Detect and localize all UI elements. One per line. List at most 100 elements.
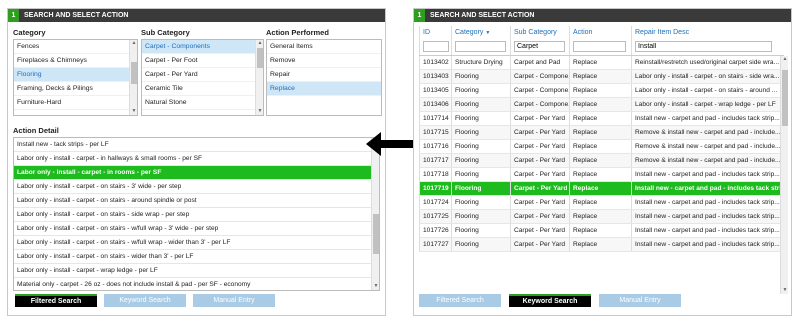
right-panel: 1 SEARCH AND SELECT ACTION ID Category ▼…: [413, 8, 792, 316]
table-cell: Install new - carpet and pad - includes …: [631, 195, 784, 210]
results-grid: ID Category ▼ Sub Category Action Repair…: [419, 26, 784, 252]
action-performed-list-item[interactable]: Remove: [267, 54, 381, 68]
action-detail-list-item[interactable]: Labor only - install - carpet - wrap led…: [14, 264, 379, 278]
table-cell: Replace: [569, 83, 632, 98]
action-detail-list-item[interactable]: Labor only - install - carpet - on stair…: [14, 208, 379, 222]
table-cell: Install new - carpet and pad - includes …: [631, 181, 784, 196]
table-cell: Carpet - Per Yard: [510, 223, 570, 238]
action-filter-input[interactable]: [573, 41, 627, 53]
subcategory-list-item[interactable]: Natural Stone: [142, 96, 263, 110]
column-header-id[interactable]: ID: [419, 26, 452, 39]
column-header-action[interactable]: Action: [569, 26, 632, 39]
table-cell: Remove & install new - carpet and pad - …: [631, 153, 784, 168]
column-header-sub-category[interactable]: Sub Category: [510, 26, 570, 39]
scroll-thumb[interactable]: [131, 62, 137, 84]
table-cell: Flooring: [451, 223, 511, 238]
action-detail-list-item[interactable]: Labor only - install - carpet - in rooms…: [14, 166, 379, 180]
table-cell: Replace: [569, 237, 632, 252]
scroll-down-icon[interactable]: ▼: [372, 283, 379, 290]
scroll-down-icon[interactable]: ▼: [130, 108, 137, 115]
action-detail-list[interactable]: Install new - tack strips - per LF Labor …: [13, 137, 380, 291]
scroll-thumb[interactable]: [257, 48, 263, 68]
scroll-thumb[interactable]: [373, 214, 379, 254]
manual-entry-button[interactable]: Manual Entry: [599, 294, 681, 307]
table-cell: 1017717: [419, 153, 452, 168]
scroll-up-icon[interactable]: ▲: [781, 56, 789, 63]
table-row[interactable]: 1017725 Flooring Carpet - Per Yard Replace I…: [419, 209, 784, 224]
grid-scrollbar[interactable]: ▲ ▼: [780, 56, 788, 294]
category-list[interactable]: Fences Fireplaces & Chimneys Flooring Frami…: [13, 39, 138, 116]
action-performed-list-item[interactable]: Replace: [267, 82, 381, 96]
sort-desc-icon: ▼: [485, 30, 491, 36]
subcategory-list-item[interactable]: Carpet - Components: [142, 40, 263, 54]
table-row[interactable]: 1017718 Flooring Carpet - Per Yard Replace I…: [419, 167, 784, 182]
keyword-search-button[interactable]: Keyword Search: [104, 294, 186, 307]
column-header-category[interactable]: Category ▼: [451, 26, 511, 39]
table-row[interactable]: 1017716 Flooring Carpet - Per Yard Replace R…: [419, 139, 784, 154]
subcategory-list-item[interactable]: Carpet - Per Yard: [142, 68, 263, 82]
action-detail-list-item[interactable]: Labor only - install - carpet - on stair…: [14, 180, 379, 194]
action-detail-list-item[interactable]: Install new - tack strips - per LF: [14, 138, 379, 152]
action-performed-list[interactable]: General Items Remove Repair Replace: [266, 39, 382, 116]
category-list-item[interactable]: Furniture-Hard: [14, 96, 137, 110]
table-row[interactable]: 1017726 Flooring Carpet - Per Yard Replace I…: [419, 223, 784, 238]
scroll-down-icon[interactable]: ▼: [256, 108, 263, 115]
table-row[interactable]: 1013405 Flooring Carpet - Compone... Replac…: [419, 83, 784, 98]
category-list-item[interactable]: Fences: [14, 40, 137, 54]
action-detail-scrollbar[interactable]: ▲ ▼: [371, 138, 379, 290]
desc-filter-input[interactable]: [635, 41, 772, 53]
sub-category-filter-input[interactable]: [514, 41, 565, 53]
filter-row: [419, 39, 784, 56]
category-list-item[interactable]: Framing, Decks & Pilings: [14, 82, 137, 96]
table-row[interactable]: 1017715 Flooring Carpet - Per Yard Replace R…: [419, 125, 784, 140]
manual-entry-button[interactable]: Manual Entry: [193, 294, 275, 307]
table-row[interactable]: 1017727 Flooring Carpet - Per Yard Replace I…: [419, 237, 784, 252]
subcategory-list-item[interactable]: Ceramic Tile: [142, 82, 263, 96]
category-list-item[interactable]: Flooring: [14, 68, 137, 82]
table-cell: Replace: [569, 69, 632, 84]
table-cell: Carpet - Compone...: [510, 69, 570, 84]
filtered-search-button[interactable]: Filtered Search: [419, 294, 501, 307]
category-list-item[interactable]: Fireplaces & Chimneys: [14, 54, 137, 68]
panel-header: 1 SEARCH AND SELECT ACTION: [8, 9, 385, 22]
action-detail-list-item[interactable]: Labor only - install - carpet - on stair…: [14, 194, 379, 208]
table-cell: Install new - carpet and pad - includes …: [631, 111, 784, 126]
action-detail-list-item[interactable]: Labor only - install - carpet - on stair…: [14, 222, 379, 236]
scroll-up-icon[interactable]: ▲: [256, 40, 263, 47]
subcategory-scrollbar[interactable]: ▲ ▼: [255, 40, 263, 115]
table-row[interactable]: 1017717 Flooring Carpet - Per Yard Replace R…: [419, 153, 784, 168]
category-filter-input[interactable]: [455, 41, 506, 53]
filtered-search-button[interactable]: Filtered Search: [15, 294, 97, 307]
action-detail-list-item[interactable]: Labor only - install - carpet - on stair…: [14, 236, 379, 250]
table-cell: Flooring: [451, 139, 511, 154]
table-cell: Replace: [569, 153, 632, 168]
table-cell: Carpet - Per Yard: [510, 139, 570, 154]
table-row[interactable]: 1017724 Flooring Carpet - Per Yard Replace I…: [419, 195, 784, 210]
scroll-down-icon[interactable]: ▼: [781, 287, 789, 294]
action-performed-list-item[interactable]: General Items: [267, 40, 381, 54]
action-performed-list-item[interactable]: Repair: [267, 68, 381, 82]
scroll-up-icon[interactable]: ▲: [130, 40, 137, 47]
column-header-repair-item-desc[interactable]: Repair Item Desc: [631, 26, 784, 39]
subcategory-list[interactable]: Carpet - Components Carpet - Per Foot Carp…: [141, 39, 264, 116]
panel-title: SEARCH AND SELECT ACTION: [24, 12, 129, 19]
action-detail-list-item[interactable]: Labor only - install - carpet - in hallw…: [14, 152, 379, 166]
id-filter-input[interactable]: [423, 41, 449, 53]
table-row[interactable]: 1013406 Flooring Carpet - Compone... Replac…: [419, 97, 784, 112]
subcategory-list-item[interactable]: Carpet - Per Foot: [142, 54, 263, 68]
table-row[interactable]: 1013403 Flooring Carpet - Compone... Replac…: [419, 69, 784, 84]
action-detail-list-item[interactable]: Labor only - install - carpet - on stair…: [14, 250, 379, 264]
table-cell: Replace: [569, 195, 632, 210]
table-cell: Flooring: [451, 83, 511, 98]
table-cell: Reinstall/restretch used/original carpet…: [631, 55, 784, 70]
table-cell: Labor only - install - carpet - on stair…: [631, 69, 784, 84]
table-row[interactable]: 1017714 Flooring Carpet - Per Yard Replace I…: [419, 111, 784, 126]
table-row[interactable]: 1017719 Flooring Carpet - Per Yard Replace I…: [419, 181, 784, 196]
action-detail-list-item[interactable]: Material only - carpet - 26 oz - does no…: [14, 278, 379, 290]
category-scrollbar[interactable]: ▲ ▼: [129, 40, 137, 115]
keyword-search-button[interactable]: Keyword Search: [509, 294, 591, 307]
table-cell: Replace: [569, 223, 632, 238]
table-cell: Flooring: [451, 97, 511, 112]
table-row[interactable]: 1013402 Structure Drying Carpet and Pad Rep…: [419, 55, 784, 70]
scroll-thumb[interactable]: [782, 70, 788, 126]
